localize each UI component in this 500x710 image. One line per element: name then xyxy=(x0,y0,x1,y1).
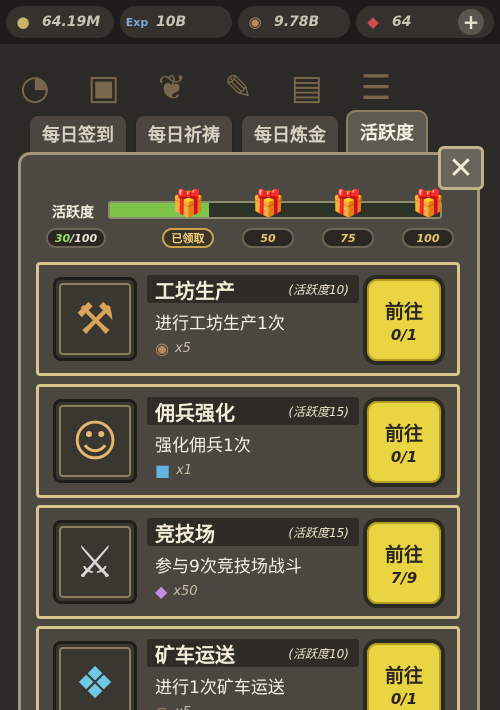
wrench-icon: ✎ xyxy=(224,68,253,108)
exp-resource: Exp 10B xyxy=(120,6,232,38)
coin-resource: ● 64.19M xyxy=(6,6,114,38)
go-button-label: 前往 xyxy=(384,422,423,445)
go-button[interactable]: 前往 7/9 xyxy=(363,518,445,608)
task-score: (活跃度15) xyxy=(288,404,349,419)
task-title: 竞技场 xyxy=(155,521,215,546)
resource-bar: ● 64.19M Exp 10B ◉ 9.78B ◆ 64 + xyxy=(0,0,500,44)
tab-daily-prayer[interactable]: 每日祈祷 xyxy=(134,114,234,154)
go-button[interactable]: 前往 0/1 xyxy=(363,397,445,487)
milestone-claimed: 已领取 xyxy=(162,228,214,248)
task-title: 佣兵强化 xyxy=(155,400,235,425)
purple-gem-icon: ◆ xyxy=(155,582,168,601)
gift-box-icon[interactable]: 🎁 xyxy=(172,188,204,220)
worker-icon: ⚒ xyxy=(59,283,131,355)
task-progress: 0/1 xyxy=(390,325,418,344)
gem-icon: ◆ xyxy=(367,13,379,31)
meat-icon: ◉ xyxy=(155,339,169,358)
task-description: 进行1次矿车运送 xyxy=(155,678,285,698)
close-button[interactable]: ✕ xyxy=(438,146,484,190)
reward-amount: x1 xyxy=(176,463,193,478)
gem-resource: ◆ 64 + xyxy=(356,6,494,38)
task-reward: ◆ x50 xyxy=(155,582,198,601)
milestone-75: 75 xyxy=(322,228,374,248)
task-card-mercenary: ☺ 佣兵强化 (活跃度15) 强化佣兵1次 ■ x1 前往 0/1 xyxy=(36,384,460,498)
go-button-label: 前往 xyxy=(384,300,423,323)
task-title: 矿车运送 xyxy=(155,642,235,667)
task-score: (活跃度10) xyxy=(288,282,349,297)
go-button-label: 前往 xyxy=(384,664,423,687)
go-button-label: 前往 xyxy=(384,543,423,566)
task-description: 进行工坊生产1次 xyxy=(155,314,285,334)
exp-icon: Exp xyxy=(125,15,149,29)
task-title-bar: 竞技场 (活跃度15) xyxy=(147,518,359,546)
coin-icon: ● xyxy=(16,13,30,31)
task-reward: ◉ x5 xyxy=(155,339,191,358)
mercenary-icon: ☺ xyxy=(59,405,131,477)
task-card-minecart: ❖ 矿车运送 (活跃度10) 进行1次矿车运送 ◉ x5 前往 0/1 xyxy=(36,626,460,710)
meat-icon: ◉ xyxy=(248,13,262,31)
gift-box-icon[interactable]: 🎁 xyxy=(332,188,364,220)
exp-value: 10B xyxy=(156,14,187,30)
task-title-bar: 矿车运送 (活跃度10) xyxy=(147,639,359,667)
task-progress: 0/1 xyxy=(390,689,418,708)
cube-icon: ■ xyxy=(155,461,171,480)
tab-daily-alchemy[interactable]: 每日炼金 xyxy=(240,114,340,154)
clock-icon: ◔ xyxy=(20,68,50,108)
reward-amount: x50 xyxy=(173,584,198,599)
tab-daily-signin[interactable]: 每日签到 xyxy=(28,114,128,154)
task-title-bar: 佣兵强化 (活跃度15) xyxy=(147,397,359,425)
task-icon-frame: ❖ xyxy=(53,641,137,710)
activity-label: 活跃度 xyxy=(52,205,94,221)
task-icon-frame: ⚒ xyxy=(53,277,137,361)
tab-activity[interactable]: 活跃度 xyxy=(346,110,428,154)
activity-current: 30 xyxy=(54,231,71,245)
milestone-100: 100 xyxy=(402,228,454,248)
add-gem-button[interactable]: + xyxy=(458,9,484,35)
task-title-bar: 工坊生产 (活跃度10) xyxy=(147,275,359,303)
milestone-50: 50 xyxy=(242,228,294,248)
task-icon-frame: ☺ xyxy=(53,399,137,483)
gem-value: 64 xyxy=(392,14,412,30)
reward-amount: x5 xyxy=(174,341,191,356)
task-score: (活跃度10) xyxy=(288,646,349,661)
task-reward: ■ x1 xyxy=(155,461,192,480)
pouch-icon: ❦ xyxy=(157,68,187,108)
task-reward: ◉ x5 xyxy=(155,703,191,710)
task-card-workshop: ⚒ 工坊生产 (活跃度10) 进行工坊生产1次 ◉ x5 前往 0/1 xyxy=(36,262,460,376)
meat-icon: ◉ xyxy=(155,703,169,710)
meat-value: 9.78B xyxy=(274,14,320,30)
task-icon-frame: ⚔ xyxy=(53,520,137,604)
reward-amount: x5 xyxy=(175,705,191,710)
coin-value: 64.19M xyxy=(42,14,101,30)
task-title: 工坊生产 xyxy=(155,278,235,303)
sword-icon: ⚔ xyxy=(59,526,131,598)
activity-max: /100 xyxy=(70,231,98,245)
gift-box-icon[interactable]: 🎁 xyxy=(252,188,284,220)
task-description: 强化佣兵1次 xyxy=(155,436,251,456)
task-progress: 0/1 xyxy=(390,447,418,466)
tab-bar: 每日签到 每日祈祷 每日炼金 活跃度 xyxy=(28,110,428,154)
task-progress: 7/9 xyxy=(390,568,418,587)
meat-resource: ◉ 9.78B xyxy=(238,6,350,38)
gift-icon: ▣ xyxy=(87,68,120,108)
chest-icon: ▤ xyxy=(290,68,323,108)
mine-cart-icon: ❖ xyxy=(59,647,131,710)
activity-count: 30/100 xyxy=(46,228,106,248)
close-icon: ✕ xyxy=(448,150,474,186)
task-score: (活跃度15) xyxy=(288,525,349,540)
go-button[interactable]: 前往 0/1 xyxy=(363,275,445,365)
go-button[interactable]: 前往 0/1 xyxy=(363,639,445,710)
task-description: 参与9次竞技场战斗 xyxy=(155,557,302,577)
gift-box-icon[interactable]: 🎁 xyxy=(412,188,444,220)
task-card-arena: ⚔ 竞技场 (活跃度15) 参与9次竞技场战斗 ◆ x50 前往 7/9 xyxy=(36,505,460,619)
